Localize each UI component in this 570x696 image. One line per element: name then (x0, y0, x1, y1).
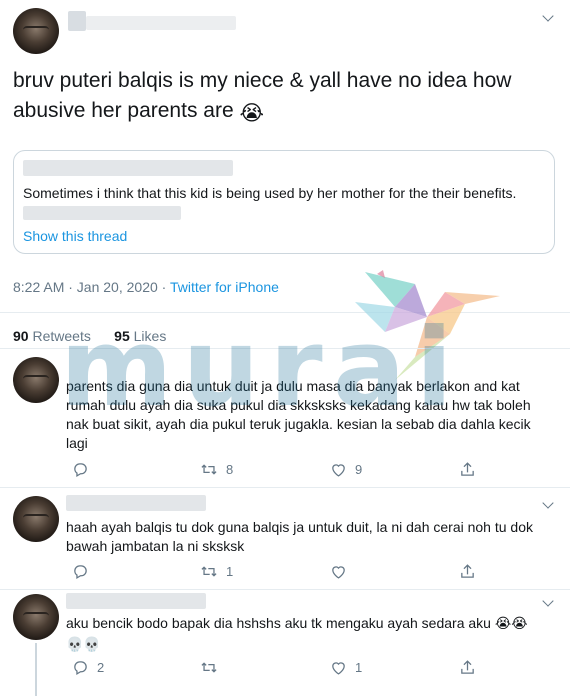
crying-face-emojis: 😭😭 (494, 615, 528, 631)
reply-icon (74, 661, 87, 676)
share-button[interactable] (459, 461, 476, 478)
chevron-down-icon[interactable] (542, 595, 554, 607)
show-thread-link[interactable]: Show this thread (23, 228, 127, 244)
share-button[interactable] (459, 563, 476, 580)
reply-button[interactable]: 2 (72, 659, 104, 676)
author-name-redacted (68, 11, 86, 31)
quoted-tweet-text: Sometimes i think that this kid is being… (23, 185, 517, 201)
retweet-button[interactable] (200, 659, 218, 676)
reply-icon (74, 463, 87, 478)
retweet-button[interactable]: 8 (200, 461, 233, 478)
divider (0, 487, 570, 488)
reply-author-redacted (66, 495, 206, 511)
author-avatar[interactable] (13, 8, 59, 54)
retweet-icon (201, 464, 217, 475)
reply-avatar[interactable] (13, 357, 59, 403)
chevron-down-icon[interactable] (542, 497, 554, 509)
divider (0, 589, 570, 590)
reply-button[interactable] (72, 563, 89, 580)
like-button[interactable] (330, 563, 347, 580)
retweet-button[interactable]: 1 (200, 563, 233, 580)
share-button[interactable] (459, 659, 476, 676)
quoted-tweet-text-redacted (23, 206, 181, 220)
quoted-author-redacted (23, 160, 233, 176)
share-icon (461, 660, 474, 674)
like-button[interactable]: 1 (330, 659, 362, 676)
like-icon (332, 662, 345, 675)
like-icon (332, 464, 345, 477)
reply-author-redacted (66, 593, 206, 609)
chevron-down-icon[interactable] (542, 10, 554, 22)
retweet-icon (201, 662, 217, 673)
like-icon (332, 566, 345, 579)
share-icon (461, 462, 474, 476)
like-button[interactable]: 9 (330, 461, 362, 478)
watermark-text: murai (60, 306, 463, 431)
retweet-icon (201, 566, 217, 577)
reply-text: aku bencik bodo bapak dia hshshs aku tk … (66, 615, 528, 652)
reply-icon (74, 565, 87, 580)
source-link[interactable]: Twitter for iPhone (170, 279, 279, 295)
share-icon (461, 564, 474, 578)
reply-avatar[interactable] (13, 496, 59, 542)
thread-line (35, 643, 37, 696)
tweet-text: bruv puteri balqis is my niece & yall ha… (13, 66, 553, 129)
reply-avatar[interactable] (13, 594, 59, 640)
skull-emojis: 💀💀 (66, 636, 101, 652)
author-handle-redacted (86, 16, 236, 30)
reply-button[interactable] (72, 461, 89, 478)
tweet-timestamp: 8:22 AM · Jan 20, 2020 · Twitter for iPh… (13, 279, 279, 295)
crying-face-emoji: 😭 (239, 102, 265, 125)
reply-text: haah ayah balqis tu dok guna balqis ja u… (66, 519, 533, 554)
